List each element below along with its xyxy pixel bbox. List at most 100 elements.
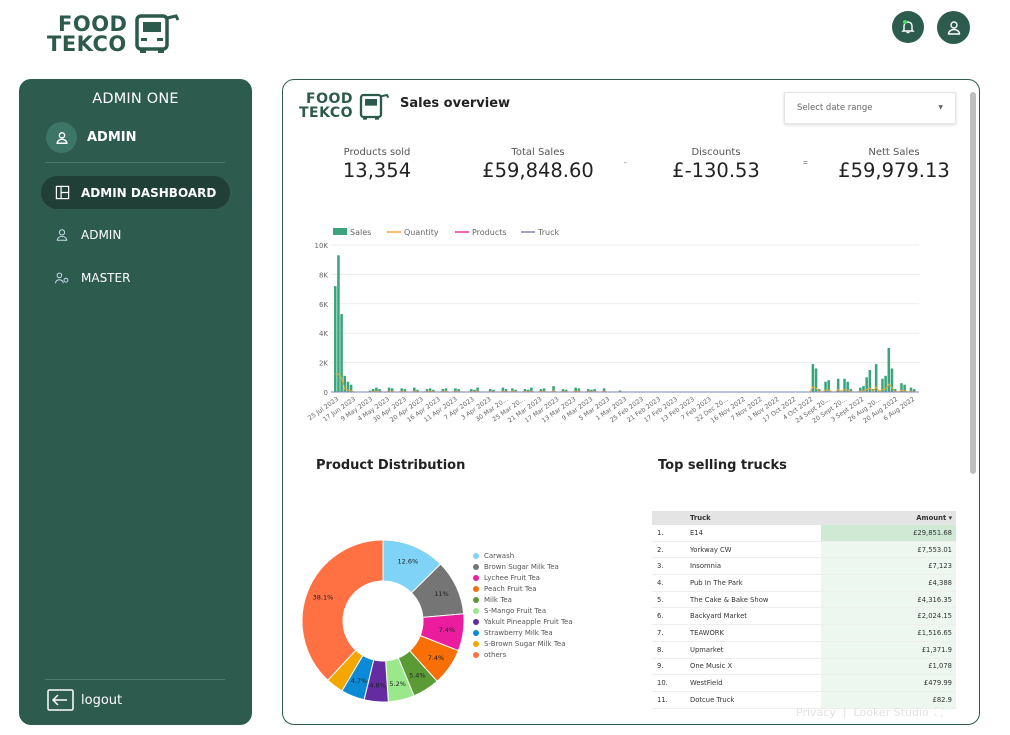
- slice-label: 5.2%: [389, 680, 406, 688]
- legend-label: Lychee Fruit Tea: [484, 574, 540, 582]
- table-row: 6. Backyard Market £2,024.15: [652, 608, 956, 626]
- user-icon: [947, 20, 960, 35]
- user-role: ADMIN: [87, 130, 137, 145]
- table-cell: The Cake & Bake Show: [690, 595, 769, 604]
- table-cell: £1,371.9: [821, 641, 956, 658]
- kpi-nett-sales: Nett Sales £59,979.13: [819, 147, 969, 182]
- legend-label: Quantity: [404, 228, 439, 237]
- legend-dot: [473, 652, 479, 658]
- legend-label: Products: [472, 228, 507, 237]
- table-cell: Backyard Market: [690, 612, 747, 621]
- column-header: Truck: [690, 514, 711, 522]
- legend-label: others: [484, 651, 507, 659]
- y-tick-label: 4K: [319, 330, 328, 338]
- legend-label: Milk Tea: [484, 596, 512, 604]
- legend-dot: [473, 586, 479, 592]
- sidebar-item-label: ADMIN: [81, 227, 122, 242]
- legend-dot: [473, 619, 479, 625]
- table-cell: 10.: [657, 679, 668, 688]
- table-cell: Pub In The Park: [690, 578, 743, 587]
- legend-item: Strawberry Milk Tea: [473, 629, 575, 638]
- profile-button[interactable]: [937, 11, 970, 44]
- logout-label: logout: [81, 692, 123, 708]
- table-cell: 7.: [657, 628, 664, 637]
- sidebar-item-master[interactable]: MASTER: [41, 261, 230, 294]
- legend-dot: [473, 597, 479, 603]
- privacy-link[interactable]: Privacy: [796, 706, 836, 719]
- table-cell: Insomnia: [690, 562, 721, 571]
- slice-label: 11%: [434, 590, 448, 598]
- notification-button[interactable]: [892, 11, 924, 43]
- caret-down-icon: ▼: [938, 104, 943, 111]
- kpi-value: £59,979.13: [838, 159, 950, 182]
- quantity-line: [335, 373, 915, 393]
- table-row: 2. Yorkway CW £7,553.01: [652, 541, 956, 559]
- slice-label: 5.4%: [409, 672, 426, 680]
- table-cell: £29,851.68: [821, 525, 956, 541]
- legend-item: S-Mango Fruit Tea: [473, 607, 575, 616]
- date-range-placeholder: Select date range: [797, 103, 873, 113]
- table-cell: 8.: [657, 645, 664, 654]
- sidebar-item-label: ADMIN DASHBOARD: [81, 185, 217, 200]
- legend-dot: [473, 641, 479, 647]
- kpi-value: £59,848.60: [482, 159, 594, 182]
- table-cell: £7,553.01: [821, 541, 956, 558]
- sidebar: ADMIN ONE ADMIN ADMIN DASHBOARD ADMIN MA…: [19, 79, 252, 725]
- report-panel: FOOD TEKCO Sales overview Select date ra…: [282, 79, 980, 725]
- user-icon: [55, 131, 68, 144]
- table-cell: 3.: [657, 562, 664, 571]
- table-cell: £2,024.15: [821, 608, 956, 625]
- fullscreen-icon[interactable]: ⛶: [935, 705, 943, 720]
- dashboard-icon: [53, 184, 71, 202]
- report-footer: Privacy | Looker Studio ⛶: [796, 705, 943, 720]
- footer-separator: |: [842, 706, 847, 719]
- table-cell: £4,388: [821, 575, 956, 591]
- table-cell: WestField: [690, 679, 723, 688]
- kpi-total-sales: Total Sales £59,848.60: [463, 147, 613, 182]
- slice-label: 4.7%: [351, 677, 368, 685]
- sidebar-title: ADMIN ONE: [92, 91, 179, 107]
- user-icon: [53, 226, 71, 244]
- table-cell: E14: [690, 528, 703, 537]
- table-cell: £1,516.65: [821, 625, 956, 641]
- slice-label: 4.8%: [369, 681, 386, 689]
- logo-text-food: FOOD: [58, 12, 128, 36]
- legend-item: S-Brown Sugar Milk Tea: [473, 640, 575, 649]
- table-cell: Yorkway CW: [690, 545, 732, 554]
- kpi-label: Products sold: [343, 147, 411, 158]
- people-gear-icon: [53, 269, 71, 287]
- truck-icon: [359, 93, 390, 120]
- table-header: Truck Amount ▾: [652, 511, 956, 525]
- legend-item: Milk Tea: [473, 596, 575, 605]
- table-cell: 2.: [657, 545, 664, 554]
- legend-label: Strawberry Milk Tea: [484, 629, 553, 637]
- divider: [45, 679, 225, 680]
- equals-operator: =: [803, 158, 808, 167]
- y-tick-label: 8K: [319, 271, 328, 279]
- kpi-products-sold: Products sold 13,354: [302, 147, 452, 182]
- column-header[interactable]: Amount ▾: [821, 511, 956, 525]
- slice-label: 38.1%: [313, 593, 334, 601]
- legend-dot: [473, 608, 479, 614]
- legend-label: Brown Sugar Milk Tea: [484, 563, 559, 571]
- date-range-select[interactable]: Select date range ▼: [784, 92, 956, 124]
- table-cell: £4,316.35: [821, 591, 956, 608]
- scrollbar[interactable]: [970, 92, 976, 474]
- legend-item: Peach Fruit Tea: [473, 585, 575, 594]
- sidebar-item-admin-dashboard[interactable]: ADMIN DASHBOARD: [41, 176, 230, 209]
- legend-dot: [473, 575, 479, 581]
- legend-swatch-sales: [333, 228, 347, 235]
- logo-text-tekco: TEKCO: [299, 105, 354, 121]
- table-cell: 1.: [657, 528, 664, 537]
- logout-button[interactable]: logout: [47, 689, 122, 711]
- looker-studio-link[interactable]: Looker Studio: [854, 706, 929, 719]
- table-row: 9. One Music X £1,078: [652, 658, 956, 676]
- table-cell: 6.: [657, 612, 664, 621]
- legend-label: Peach Fruit Tea: [484, 585, 537, 593]
- logo-text-tekco: TEKCO: [47, 32, 127, 56]
- sidebar-item-admin[interactable]: ADMIN: [41, 218, 230, 251]
- slice-label: 12.6%: [398, 557, 419, 565]
- table-cell: Upmarket: [690, 645, 724, 654]
- table-row: 10. WestField £479.99: [652, 675, 956, 692]
- y-tick-label: 6K: [319, 301, 328, 309]
